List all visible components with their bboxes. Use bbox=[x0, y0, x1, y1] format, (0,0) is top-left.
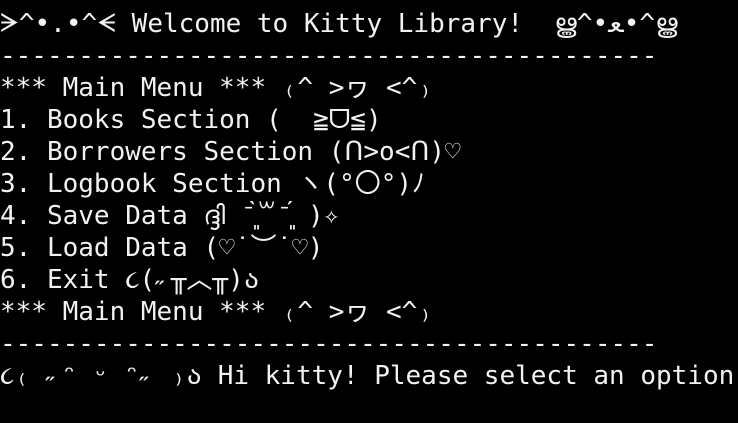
menu-item-exit: 6. Exit ૮(˶╥︿╥)ა bbox=[0, 265, 260, 295]
menu-item-load: 5. Load Data (♡˙︶˙♡) bbox=[0, 233, 324, 263]
divider-top: ----------------------------------------… bbox=[0, 41, 658, 71]
menu-item-borrowers: 2. Borrowers Section (ᑎ>o<ᑎ)♡ bbox=[0, 137, 461, 167]
menu-item-logbook: 3. Logbook Section ヽ(°〇°)ﾉ bbox=[0, 169, 426, 199]
welcome-title: ᗒ^•.•^ᗕ Welcome to Kitty Library! ൠ^•ﻌ•^… bbox=[0, 9, 678, 39]
menu-heading: *** Main Menu *** ₍^ >ヮ <^₎ bbox=[0, 73, 433, 103]
terminal-window[interactable]: ᗒ^•.•^ᗕ Welcome to Kitty Library! ൠ^•ﻌ•^… bbox=[0, 0, 738, 423]
input-prompt[interactable]: ૮₍ ˶ᵔ ᵕ ᵔ˶ ₎ა Hi kitty! Please select an… bbox=[0, 360, 738, 392]
menu-footer-heading: *** Main Menu *** ₍^ >ヮ <^₎ bbox=[0, 297, 433, 327]
divider-bottom: ----------------------------------------… bbox=[0, 329, 658, 359]
menu-item-books: 1. Books Section ( ≧ᗜ≦) bbox=[0, 105, 382, 135]
menu-item-save: 4. Save Data ദ്ദി ˉ͈̀꒳ˉ͈́ )✧ bbox=[0, 201, 340, 231]
